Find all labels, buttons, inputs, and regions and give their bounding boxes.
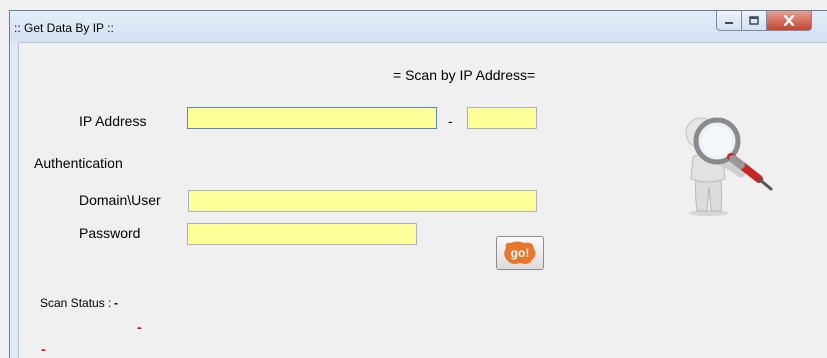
status-message-1: - bbox=[137, 319, 142, 335]
status-message-2: - bbox=[41, 341, 46, 357]
authentication-label: Authentication bbox=[34, 155, 123, 171]
window-title: :: Get Data By IP :: bbox=[14, 21, 114, 35]
ip-address-label: IP Address bbox=[79, 113, 147, 129]
scan-heading: = Scan by IP Address= bbox=[393, 67, 536, 83]
password-input[interactable] bbox=[187, 223, 417, 245]
magnifier-person-icon bbox=[685, 117, 773, 216]
password-label: Password bbox=[79, 225, 141, 241]
ip-range-separator: - bbox=[448, 113, 453, 129]
domain-user-label: Domain\User bbox=[79, 192, 161, 208]
close-icon bbox=[783, 15, 795, 26]
go-button[interactable]: go! bbox=[496, 236, 544, 270]
maximize-icon bbox=[749, 16, 759, 25]
scan-status-label: Scan Status : bbox=[40, 296, 112, 310]
scan-status-value: - bbox=[114, 296, 118, 310]
title-bar[interactable]: :: Get Data By IP :: bbox=[10, 11, 827, 42]
ip-start-input[interactable] bbox=[187, 107, 437, 129]
domain-user-input[interactable] bbox=[188, 190, 537, 212]
go-button-label: go! bbox=[511, 246, 530, 260]
maximize-button[interactable] bbox=[741, 11, 767, 31]
minimize-icon bbox=[725, 21, 733, 24]
minimize-button[interactable] bbox=[716, 11, 742, 31]
form-panel: = Scan by IP Address= IP Address - Authe… bbox=[18, 42, 827, 358]
app-window: :: Get Data By IP :: = Scan by IP Addres… bbox=[9, 10, 827, 358]
ip-end-input[interactable] bbox=[467, 107, 537, 129]
close-button[interactable] bbox=[766, 11, 812, 31]
go-icon: go! bbox=[504, 241, 536, 264]
